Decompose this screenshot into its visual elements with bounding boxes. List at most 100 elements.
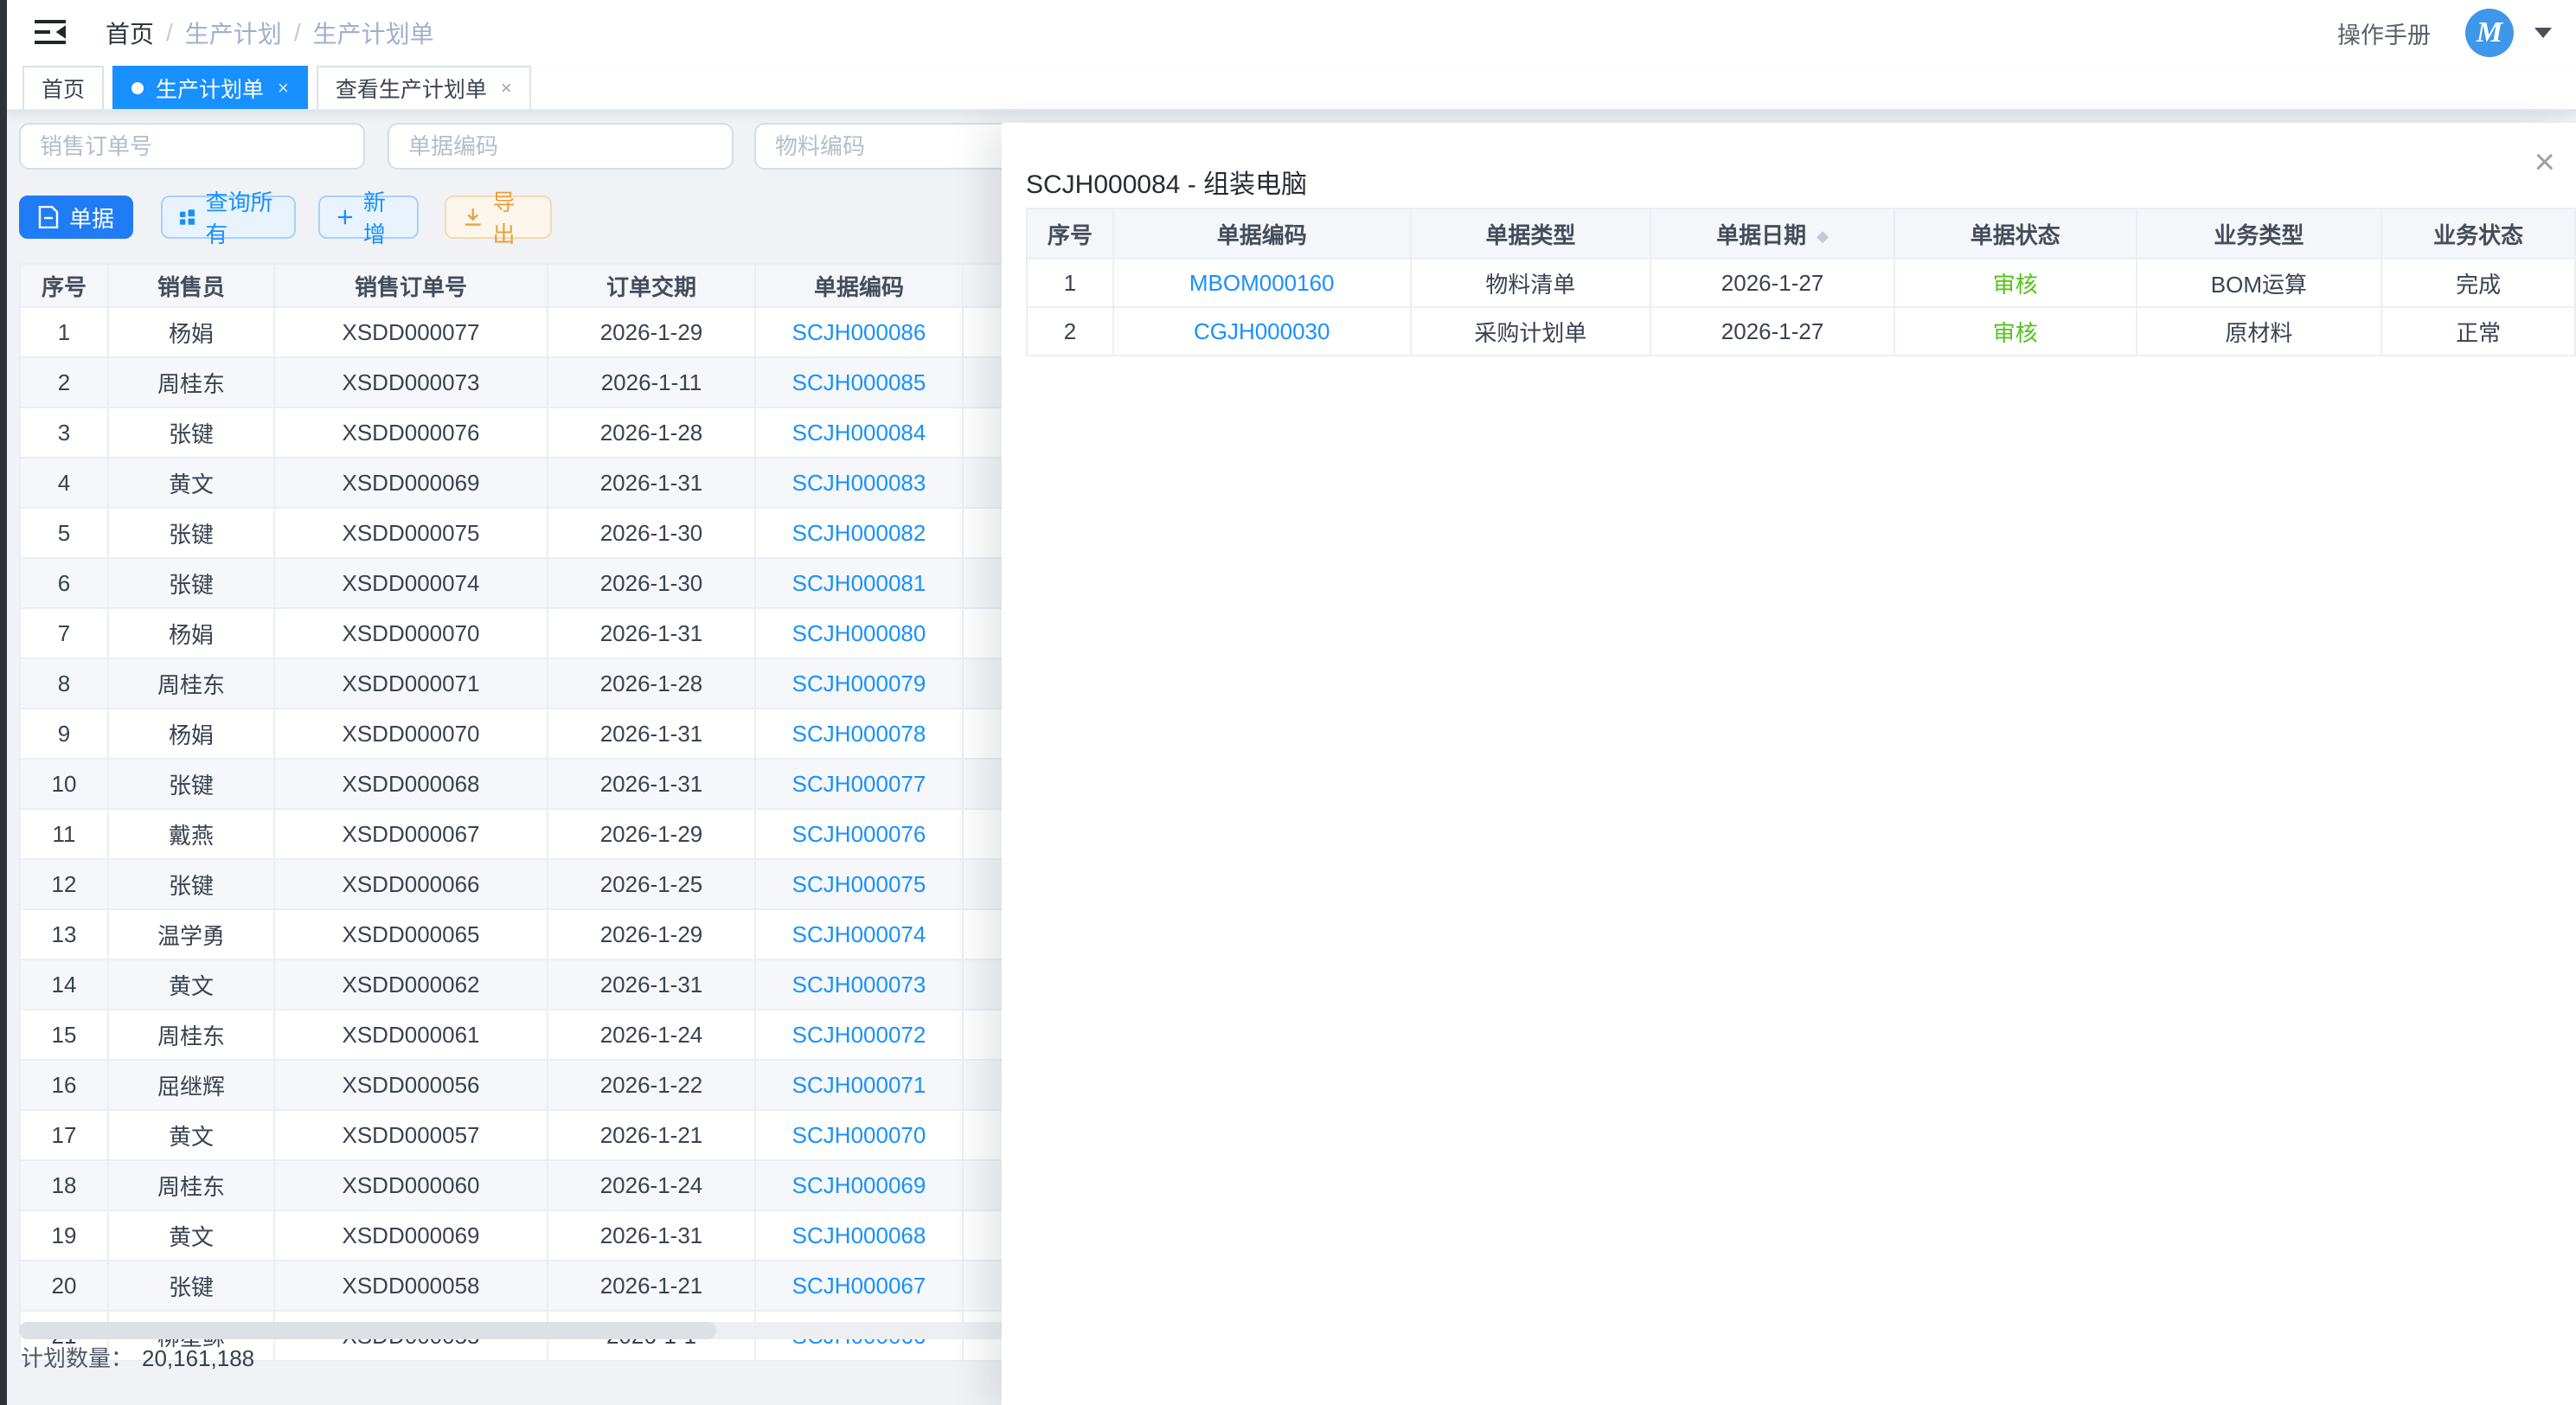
user-avatar[interactable]: M <box>2465 9 2514 57</box>
breadcrumb-item-current-page: 生产计划单 <box>313 16 434 50</box>
table-cell: 2026-1-25 <box>548 859 755 909</box>
table-cell: SCJH000084 <box>755 407 963 458</box>
document-link[interactable]: SCJH000067 <box>792 1273 926 1299</box>
document-link[interactable]: SCJH000073 <box>792 972 926 998</box>
table-cell: 2026-1-31 <box>548 709 755 759</box>
manual-link[interactable]: 操作手册 <box>2337 16 2431 50</box>
tab-production-plan-order[interactable]: 生产计划单 × <box>112 66 308 109</box>
table-cell: 10 <box>20 759 108 809</box>
document-button[interactable]: 单据 <box>19 196 133 239</box>
document-link[interactable]: SCJH000074 <box>792 921 926 947</box>
table-cell: SCJH000085 <box>755 357 963 407</box>
document-link[interactable]: SCJH000085 <box>792 369 926 395</box>
table-cell: 周桂东 <box>108 1160 274 1210</box>
document-link[interactable]: SCJH000077 <box>792 771 926 797</box>
table-cell: 2026-1-31 <box>548 959 755 1010</box>
menu-fold-icon[interactable] <box>35 19 66 45</box>
document-link[interactable]: SCJH000076 <box>792 821 926 847</box>
table-cell: 5 <box>20 508 108 558</box>
document-link[interactable]: SCJH000086 <box>792 319 926 345</box>
table-cell: SCJH000069 <box>755 1160 963 1210</box>
tab-view-production-plan-order[interactable]: 查看生产计划单 × <box>317 66 531 109</box>
sales-order-no-input[interactable] <box>19 123 365 170</box>
table-cell: 3 <box>20 407 108 458</box>
document-link[interactable]: MBOM000160 <box>1189 270 1335 296</box>
column-header[interactable]: 单据日期◆ <box>1650 209 1894 259</box>
button-label: 查询所有 <box>205 185 277 249</box>
document-code-input[interactable] <box>388 123 734 170</box>
tab-close-icon[interactable]: × <box>278 77 289 99</box>
column-header: 单据编码 <box>1113 209 1411 259</box>
table-cell: 黄文 <box>108 1210 274 1261</box>
document-link[interactable]: SCJH000084 <box>792 420 926 446</box>
button-label: 导出 <box>492 185 533 249</box>
table-cell: 8 <box>20 658 108 709</box>
table-cell: 2026-1-29 <box>548 809 755 859</box>
summary-value: 20,161,188 <box>142 1345 254 1371</box>
table-cell: 16 <box>20 1060 108 1110</box>
document-link[interactable]: SCJH000069 <box>792 1172 926 1198</box>
table-cell: SCJH000072 <box>755 1010 963 1060</box>
breadcrumb-item-home[interactable]: 首页 <box>106 16 154 50</box>
table-cell: 19 <box>20 1210 108 1261</box>
document-icon <box>38 206 59 228</box>
table-cell: 18 <box>20 1160 108 1210</box>
scrollbar-thumb[interactable] <box>19 1322 716 1339</box>
document-link[interactable]: SCJH000072 <box>792 1022 926 1048</box>
document-link[interactable]: SCJH000075 <box>792 871 926 897</box>
table-cell: XSDD000065 <box>274 909 548 959</box>
sort-icon[interactable]: ◆ <box>1817 228 1829 246</box>
table-cell: SCJH000073 <box>755 959 963 1010</box>
table-cell: 张键 <box>108 1261 274 1311</box>
table-row[interactable]: 1MBOM000160物料清单2026-1-27审核BOM运算完成 <box>1027 259 2575 307</box>
document-link[interactable]: SCJH000078 <box>792 721 926 747</box>
document-link[interactable]: SCJH000070 <box>792 1122 926 1148</box>
document-link[interactable]: SCJH000083 <box>792 470 926 496</box>
table-cell: XSDD000069 <box>274 458 548 508</box>
table-cell: XSDD000056 <box>274 1060 548 1110</box>
column-header: 序号 <box>20 264 108 307</box>
export-button[interactable]: 导出 <box>445 196 552 239</box>
table-row[interactable]: 2CGJH000030采购计划单2026-1-27审核原材料正常 <box>1027 307 2575 356</box>
table-cell: 2026-1-31 <box>548 1210 755 1261</box>
close-icon[interactable]: × <box>2534 144 2555 180</box>
document-link[interactable]: SCJH000068 <box>792 1222 926 1248</box>
table-cell: SCJH000070 <box>755 1110 963 1160</box>
document-link[interactable]: SCJH000071 <box>792 1072 926 1098</box>
tab-close-icon[interactable]: × <box>501 77 512 99</box>
table-cell: XSDD000057 <box>274 1110 548 1160</box>
document-link[interactable]: SCJH000081 <box>792 570 926 596</box>
column-header: 业务状态 <box>2381 209 2575 259</box>
table-cell: XSDD000070 <box>274 608 548 658</box>
table-cell: XSDD000066 <box>274 859 548 909</box>
table-cell: XSDD000062 <box>274 959 548 1010</box>
breadcrumb-item-production-plan[interactable]: 生产计划 <box>185 16 282 50</box>
table-cell: SCJH000077 <box>755 759 963 809</box>
table-cell: 2 <box>20 357 108 407</box>
add-button[interactable]: 新增 <box>318 196 419 239</box>
table-cell: 2026-1-28 <box>548 407 755 458</box>
table-cell: 2026-1-21 <box>548 1110 755 1160</box>
document-link[interactable]: SCJH000082 <box>792 520 926 546</box>
table-cell: 1 <box>1027 259 1113 307</box>
table-cell: XSDD000068 <box>274 759 548 809</box>
export-download-icon <box>464 207 482 228</box>
table-cell: 2026-1-27 <box>1650 259 1894 307</box>
document-link[interactable]: CGJH000030 <box>1194 318 1330 344</box>
table-cell: 2 <box>1027 307 1113 356</box>
user-menu-caret-icon[interactable] <box>2534 28 2552 38</box>
table-cell: 12 <box>20 859 108 909</box>
table-cell: SCJH000079 <box>755 658 963 709</box>
table-cell: 9 <box>20 709 108 759</box>
document-link[interactable]: SCJH000080 <box>792 620 926 646</box>
query-all-button[interactable]: 查询所有 <box>161 196 296 239</box>
table-cell: XSDD000070 <box>274 709 548 759</box>
table-cell: 黄文 <box>108 458 274 508</box>
document-link[interactable]: SCJH000079 <box>792 670 926 696</box>
table-cell: 2026-1-11 <box>548 357 755 407</box>
table-cell: SCJH000068 <box>755 1210 963 1261</box>
tab-label: 生产计划单 <box>156 73 264 104</box>
table-cell: XSDD000060 <box>274 1160 548 1210</box>
tab-home[interactable]: 首页 <box>22 66 104 109</box>
table-cell: 2026-1-31 <box>548 759 755 809</box>
